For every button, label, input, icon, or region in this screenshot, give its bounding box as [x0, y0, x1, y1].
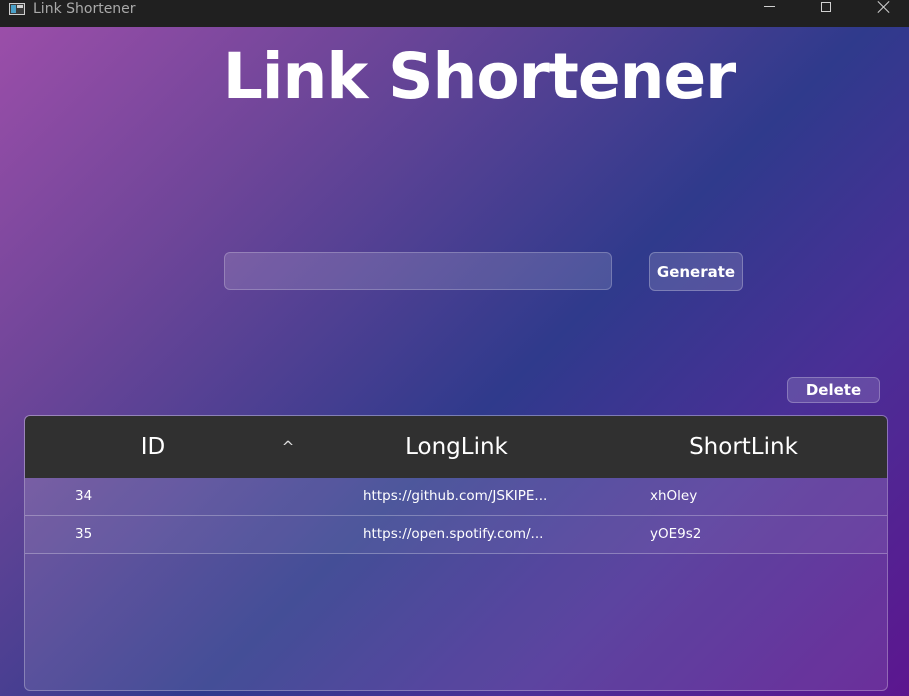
- column-header-longlink[interactable]: LongLink: [313, 416, 600, 478]
- app-heading: Link Shortener: [222, 40, 737, 113]
- column-header-shortlink[interactable]: ShortLink: [600, 416, 887, 478]
- generate-button[interactable]: Generate: [649, 252, 743, 291]
- cell-shortlink[interactable]: yOE9s2: [650, 516, 850, 553]
- app-icon: [9, 3, 25, 15]
- long-link-input[interactable]: [224, 252, 612, 290]
- window-title: Link Shortener: [33, 1, 136, 17]
- minimize-icon: [763, 5, 775, 7]
- maximize-button[interactable]: [803, 0, 849, 20]
- links-table: ID ^ LongLink ShortLink 34 https://githu…: [24, 415, 888, 691]
- table-row[interactable]: 34 https://github.com/JSKIPE... xhOley: [25, 478, 887, 516]
- table-header: ID ^ LongLink ShortLink: [25, 416, 887, 478]
- cell-id[interactable]: 35: [75, 516, 275, 553]
- column-header-id[interactable]: ID: [25, 416, 281, 478]
- table-row[interactable]: 35 https://open.spotify.com/... yOE9s2: [25, 516, 887, 554]
- sort-ascending-icon[interactable]: ^: [281, 416, 295, 478]
- window-title-bar: Link Shortener: [0, 0, 909, 27]
- delete-button[interactable]: Delete: [787, 377, 880, 403]
- close-icon: [878, 1, 890, 13]
- maximize-icon: [821, 2, 831, 12]
- close-button[interactable]: [861, 0, 907, 20]
- cell-id[interactable]: 34: [75, 478, 275, 515]
- cell-longlink[interactable]: https://github.com/JSKIPE...: [363, 478, 613, 515]
- cell-longlink[interactable]: https://open.spotify.com/...: [363, 516, 613, 553]
- main-panel: Link Shortener Generate Delete ID ^ Long…: [0, 27, 909, 696]
- cell-shortlink[interactable]: xhOley: [650, 478, 850, 515]
- minimize-button[interactable]: [746, 0, 792, 20]
